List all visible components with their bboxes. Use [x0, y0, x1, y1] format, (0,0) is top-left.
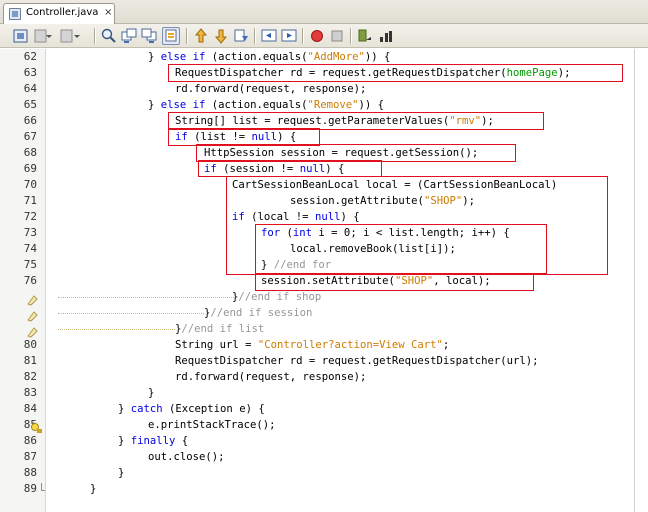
code-line: 67 if (list != null) {	[0, 129, 648, 145]
line-number: 65	[23, 98, 37, 111]
code-text: } catch (Exception e) {	[118, 403, 265, 415]
line-number: 80	[23, 338, 37, 351]
editor-history-icon[interactable]	[12, 27, 30, 45]
line-number: 64	[23, 82, 37, 95]
forward-dropdown-icon[interactable]	[72, 27, 82, 45]
line-number: 73	[23, 226, 37, 239]
highlight-box	[168, 64, 623, 82]
highlight-box	[198, 160, 382, 177]
line-number: 88	[23, 466, 37, 479]
find-prev-icon[interactable]	[120, 27, 138, 45]
code-text: e.printStackTrace();	[148, 419, 276, 431]
prev-bookmark-icon[interactable]	[192, 27, 210, 45]
back-dropdown-icon[interactable]	[44, 27, 54, 45]
shift-left-icon[interactable]	[260, 27, 278, 45]
line-number: 74	[23, 242, 37, 255]
code-text: String url = "Controller?action=View Car…	[175, 339, 450, 351]
line-number: 84	[23, 402, 37, 415]
code-line: 84 } catch (Exception e) {	[0, 401, 648, 417]
fold-note-icon	[26, 307, 39, 322]
code-text: rd.forward(request, response);	[175, 371, 367, 383]
warning-hint-icon[interactable]	[30, 419, 43, 433]
code-line: 85 e.printStackTrace();	[0, 417, 648, 433]
line-number: 68	[23, 146, 37, 159]
find-icon[interactable]	[100, 27, 118, 45]
code-line: 62 } else if (action.equals("AddMore")) …	[0, 49, 648, 65]
line-number: 89	[23, 482, 37, 495]
highlight-box	[255, 273, 534, 291]
code-text: RequestDispatcher rd = request.getReques…	[175, 355, 539, 367]
code-line: 86 } finally {	[0, 433, 648, 449]
start-macro-icon[interactable]	[308, 27, 326, 45]
next-bookmark-icon[interactable]	[212, 27, 230, 45]
code-text: }	[148, 387, 155, 399]
code-text: rd.forward(request, response);	[175, 83, 367, 95]
line-number: 69	[23, 162, 37, 175]
line-number: 76	[23, 274, 37, 287]
line-number: 66	[23, 114, 37, 127]
highlight-box	[255, 224, 547, 274]
line-number: 63	[23, 66, 37, 79]
code-text: } else if (action.equals("AddMore")) {	[148, 51, 391, 63]
line-number: 71	[23, 194, 37, 207]
stop-macro-icon[interactable]	[328, 27, 346, 45]
editor-toolbar	[0, 24, 648, 48]
close-tab-icon[interactable]: ×	[104, 7, 112, 18]
line-number: 75	[23, 258, 37, 271]
toggle-bookmark-icon[interactable]	[232, 27, 250, 45]
code-line: }//end if session	[0, 305, 648, 322]
code-line: 64 rd.forward(request, response);	[0, 81, 648, 97]
code-text: out.close();	[148, 451, 225, 463]
code-line: 82 rd.forward(request, response);	[0, 369, 648, 385]
line-number: 72	[23, 210, 37, 223]
code-line: }//end if shop	[0, 289, 648, 306]
line-number: 87	[23, 450, 37, 463]
line-number: 83	[23, 386, 37, 399]
line-number: 67	[23, 130, 37, 143]
line-number: 70	[23, 178, 37, 191]
java-file-icon	[9, 8, 21, 20]
editor-tab-bar: Controller.java ×	[0, 0, 648, 24]
code-line: 83 }	[0, 385, 648, 401]
code-line: 88 }	[0, 465, 648, 481]
uncomment-icon[interactable]	[376, 27, 394, 45]
code-text: }//end if list	[175, 323, 265, 335]
code-line: 80 String url = "Controller?action=View …	[0, 337, 648, 353]
code-text: }	[118, 467, 125, 479]
comment-icon[interactable]	[356, 27, 374, 45]
shift-right-icon[interactable]	[280, 27, 298, 45]
fold-note-icon	[26, 291, 39, 306]
find-next-icon[interactable]	[140, 27, 158, 45]
code-editor[interactable]: 62 } else if (action.equals("AddMore")) …	[0, 49, 648, 512]
line-number: 81	[23, 354, 37, 367]
tab-title: Controller.java	[26, 7, 99, 18]
line-number: 62	[23, 50, 37, 63]
code-text: }//end if session	[204, 307, 313, 319]
code-line: }//end if list	[0, 321, 648, 338]
code-text: }	[90, 483, 97, 495]
toggle-highlight-icon[interactable]	[162, 27, 180, 45]
code-line: 89 }	[0, 481, 648, 497]
code-line: 65 } else if (action.equals("Remove")) {	[0, 97, 648, 113]
code-line: 87 out.close();	[0, 449, 648, 465]
code-line: 81 RequestDispatcher rd = request.getReq…	[0, 353, 648, 369]
fold-end-marker	[41, 483, 45, 491]
code-text: }//end if shop	[232, 291, 322, 303]
line-number: 82	[23, 370, 37, 383]
code-text: } finally {	[118, 435, 189, 447]
fold-note-icon	[26, 323, 39, 338]
code-text: } else if (action.equals("Remove")) {	[148, 99, 385, 111]
line-number: 86	[23, 434, 37, 447]
tab-controller-java[interactable]: Controller.java ×	[3, 3, 115, 24]
